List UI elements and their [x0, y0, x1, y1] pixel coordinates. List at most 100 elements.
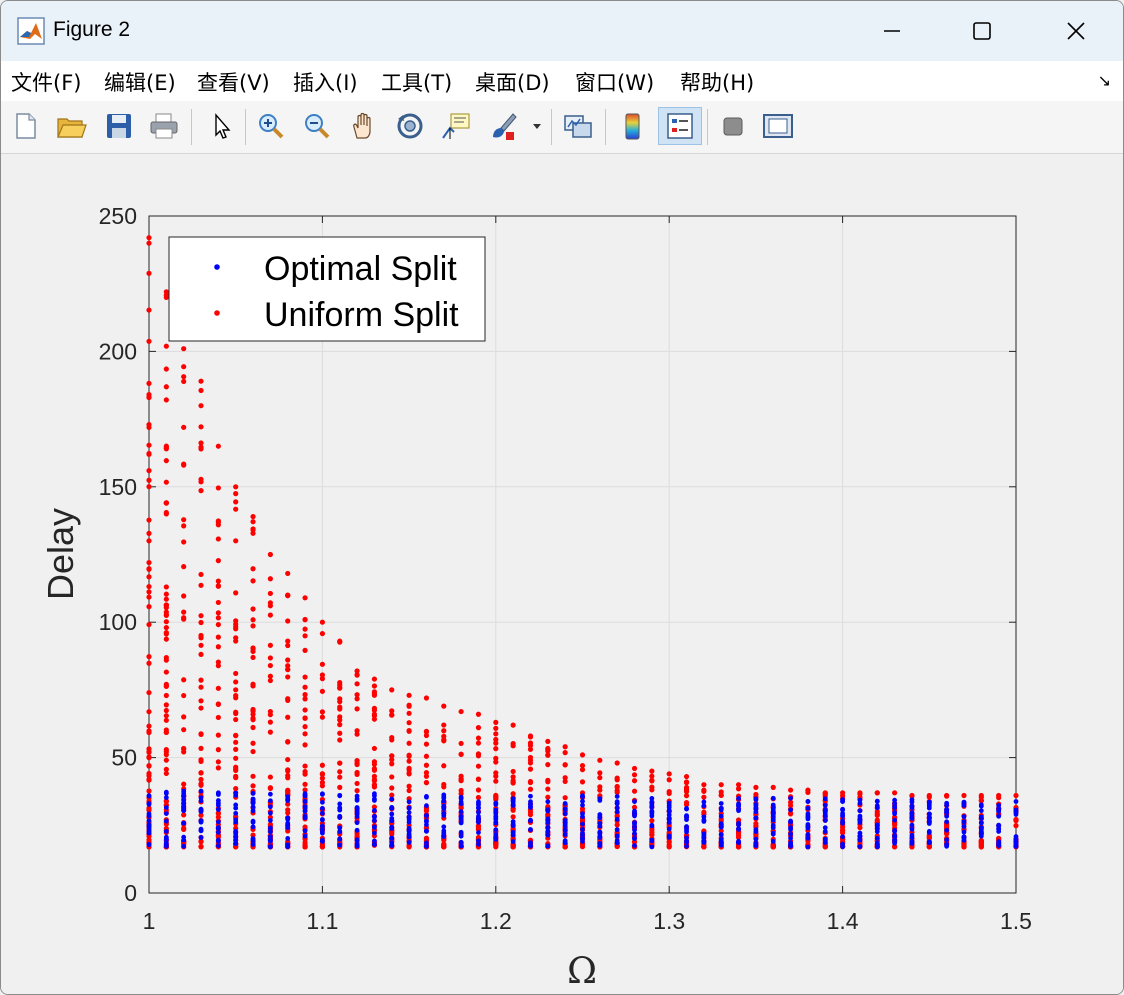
uniform-split-point — [319, 762, 325, 768]
menu-insert[interactable]: 插入(I) — [293, 67, 358, 97]
save-button[interactable] — [101, 107, 137, 145]
maximize-button[interactable] — [959, 9, 1005, 53]
optimal-split-point — [718, 801, 724, 806]
legend[interactable]: Optimal Split Uniform Split — [168, 236, 486, 342]
zoom-in-button[interactable] — [253, 107, 289, 145]
colorbar-button[interactable] — [615, 107, 651, 145]
uniform-split-point — [250, 681, 256, 687]
uniform-split-point — [406, 728, 412, 734]
minimize-button[interactable] — [869, 9, 915, 53]
optimal-split-point — [788, 842, 793, 848]
uniform-split-point — [319, 779, 325, 786]
uniform-split-point — [371, 683, 378, 689]
menu-desktop[interactable]: 桌面(D) — [475, 67, 550, 97]
pan-button[interactable] — [346, 107, 382, 145]
menu-view[interactable]: 查看(V) — [197, 67, 270, 97]
select-button[interactable] — [203, 107, 239, 145]
menu-edit[interactable]: 编辑(E) — [104, 67, 176, 97]
optimal-split-point — [406, 799, 412, 805]
optimal-split-point — [510, 830, 516, 836]
optimal-split-point — [892, 801, 898, 806]
optimal-split-point — [406, 825, 412, 831]
optimal-split-point — [753, 796, 759, 802]
uniform-split-point — [250, 654, 256, 661]
zoom-out-button[interactable] — [299, 107, 335, 145]
optimal-split-point — [389, 826, 395, 831]
open-button[interactable] — [53, 107, 89, 145]
optimal-split-point — [978, 815, 984, 821]
optimal-split-point — [580, 811, 585, 817]
menu-window[interactable]: 窗口(W) — [575, 67, 654, 97]
dock-arrow-icon[interactable]: ↘ — [1098, 71, 1111, 91]
uniform-split-point — [302, 633, 308, 639]
uniform-split-point — [250, 748, 256, 755]
optimal-split-point — [476, 802, 481, 808]
uniform-split-point — [475, 787, 482, 793]
optimal-split-point — [528, 801, 533, 807]
optimal-split-point — [406, 810, 412, 815]
optimal-split-point — [978, 802, 984, 808]
optimal-split-point — [996, 841, 1002, 846]
select-arrow-icon — [215, 113, 231, 139]
uniform-split-point — [233, 590, 239, 596]
uniform-split-point — [597, 757, 603, 763]
uniform-split-point — [198, 731, 204, 737]
uniform-split-point — [146, 442, 152, 448]
title-bar[interactable]: Figure 2 — [1, 1, 1123, 61]
uniform-split-point — [250, 606, 256, 612]
uniform-split-point — [233, 739, 239, 745]
new-figure-button[interactable] — [8, 107, 44, 145]
uniform-split-point — [406, 844, 412, 850]
link-plot-button[interactable] — [560, 107, 596, 145]
uniform-split-point — [389, 753, 395, 759]
optimal-split-point — [372, 814, 377, 819]
optimal-split-point — [857, 808, 863, 814]
uniform-split-point — [614, 783, 620, 790]
uniform-split-point — [285, 697, 291, 704]
uniform-split-point — [302, 626, 308, 632]
optimal-split-point — [372, 791, 377, 797]
uniform-split-point — [285, 674, 291, 680]
menu-tools[interactable]: 工具(T) — [381, 67, 452, 97]
chevron-down-icon — [533, 124, 541, 129]
uniform-split-point — [181, 523, 187, 529]
optimal-split-point — [1013, 840, 1019, 846]
uniform-split-point — [631, 788, 638, 794]
close-button[interactable] — [1053, 9, 1099, 53]
uniform-split-point — [146, 748, 152, 755]
uniform-split-point — [215, 747, 221, 753]
zoom-out-icon — [305, 114, 330, 139]
uniform-split-point — [354, 681, 360, 687]
hide-plot-tools-button[interactable] — [715, 107, 751, 145]
uniform-split-point — [267, 576, 273, 582]
optimal-split-point — [805, 814, 811, 820]
uniform-split-point — [840, 828, 846, 834]
uniform-split-point — [163, 729, 169, 735]
print-button[interactable] — [146, 107, 182, 145]
menu-file[interactable]: 文件(F) — [11, 67, 81, 97]
optimal-split-point — [788, 818, 793, 824]
optimal-split-point — [944, 827, 950, 833]
optimal-split-point — [458, 839, 464, 845]
uniform-split-point — [718, 782, 724, 788]
brush-dropdown-button[interactable] — [529, 107, 545, 145]
optimal-split-point — [753, 803, 759, 808]
uniform-split-point — [233, 687, 239, 693]
scatter-plot[interactable]: 1 1.1 1.2 1.3 1.4 1.5050100150200250 Ω Delay … — [1, 154, 1123, 994]
menu-help[interactable]: 帮助(H) — [680, 67, 754, 97]
legend-button[interactable] — [658, 107, 702, 145]
optimal-split-point — [892, 833, 898, 838]
uniform-split-point — [874, 812, 880, 818]
rotate-3d-button[interactable] — [392, 107, 428, 145]
uniform-split-point — [857, 790, 863, 796]
data-cursor-button[interactable] — [438, 107, 474, 145]
uniform-split-point — [805, 787, 811, 793]
uniform-split-point — [285, 768, 291, 774]
brush-button[interactable] — [485, 107, 521, 145]
uniform-split-point — [146, 391, 152, 398]
uniform-split-point — [406, 692, 412, 698]
show-plot-tools-button[interactable] — [760, 107, 796, 145]
optimal-split-point — [562, 811, 568, 817]
uniform-split-point — [163, 591, 169, 597]
hide-plot-tools-icon — [723, 117, 743, 136]
